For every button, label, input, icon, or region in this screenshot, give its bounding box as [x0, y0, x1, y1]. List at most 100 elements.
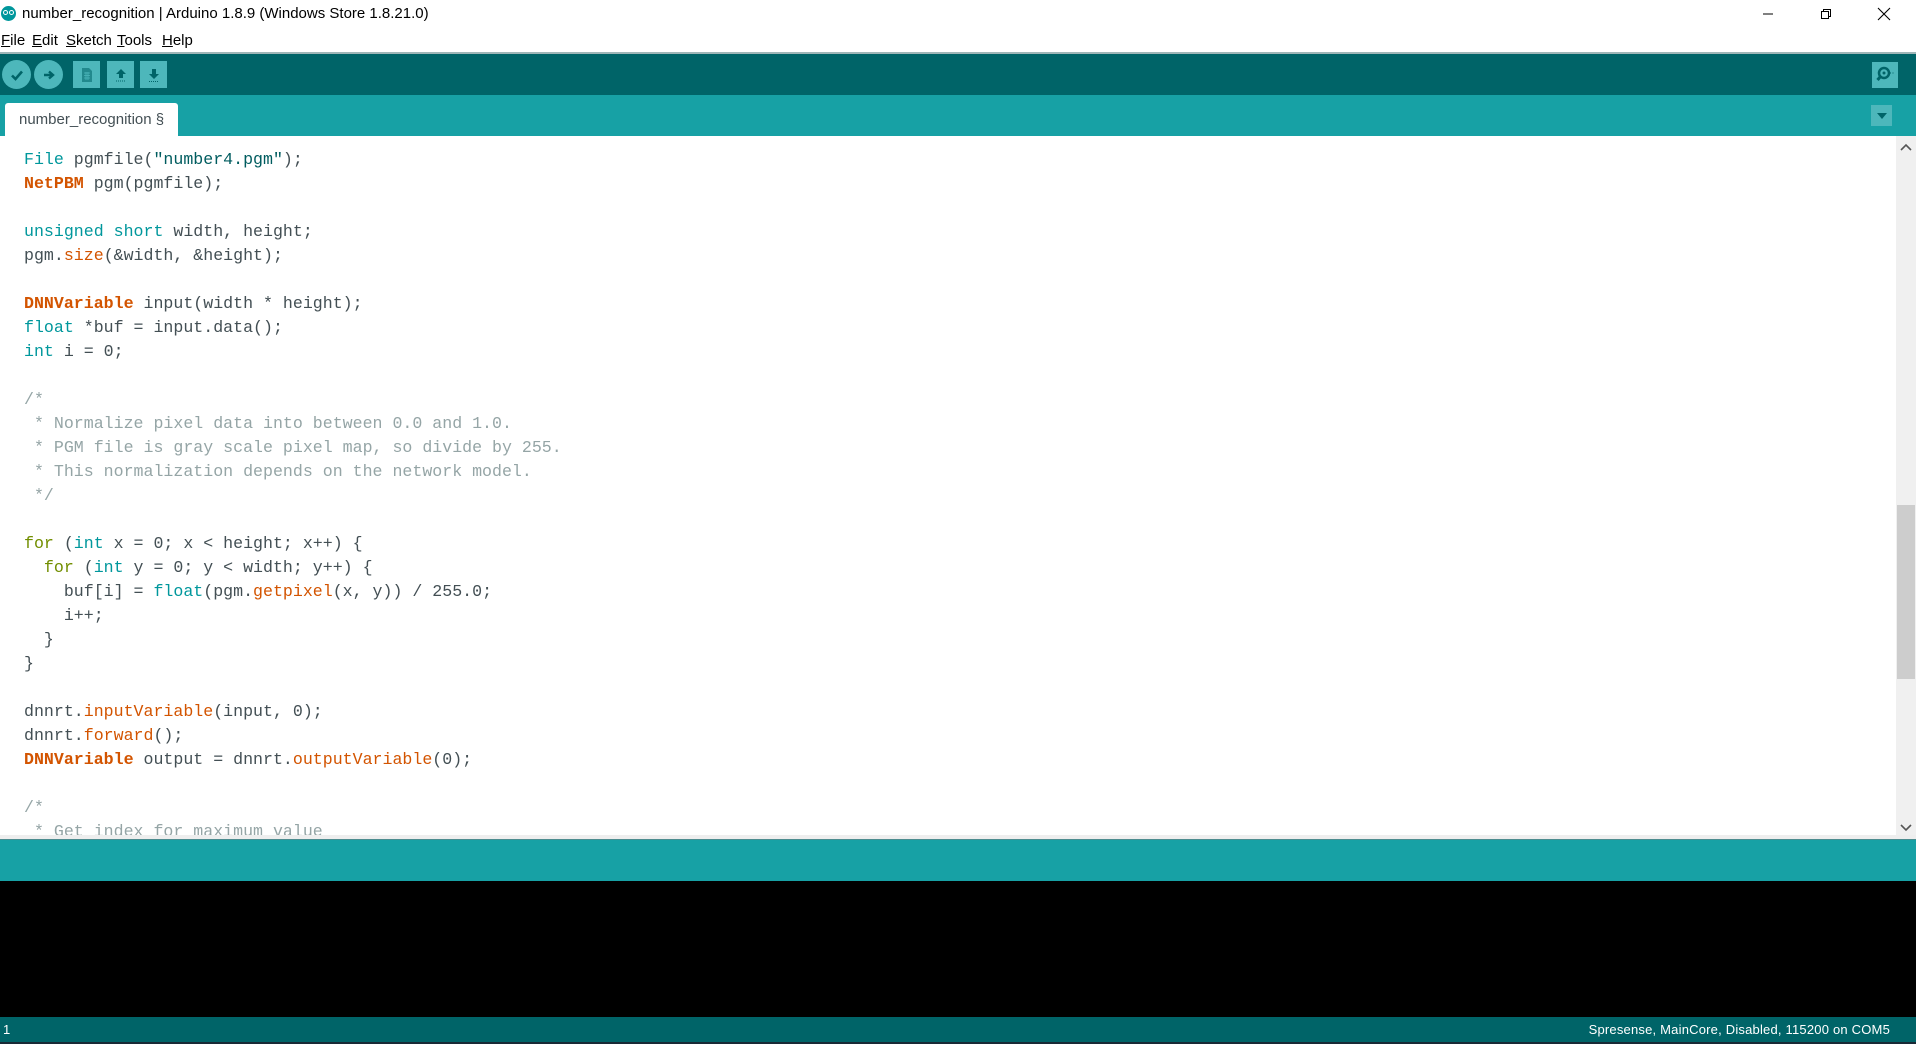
code-token-p	[24, 558, 44, 577]
code-line[interactable]: buf[i] = float(pgm.getpixel(x, y)) / 255…	[24, 580, 562, 604]
code-line[interactable]: i++;	[24, 604, 562, 628]
code-token-type: DNNVariable	[24, 294, 134, 313]
code-token-p: dnnrt.	[24, 702, 84, 721]
code-token-p: (x, y)) / 255.0;	[332, 582, 493, 601]
code-line[interactable]: unsigned short width, height;	[24, 220, 562, 244]
scroll-up-button[interactable]	[1896, 138, 1916, 156]
code-token-p	[104, 222, 114, 241]
code-line[interactable]: dnnrt.inputVariable(input, 0);	[24, 700, 562, 724]
code-line[interactable]: File pgmfile("number4.pgm");	[24, 148, 562, 172]
code-line[interactable]: for (int y = 0; y < width; y++) {	[24, 556, 562, 580]
code-token-cm: /*	[24, 798, 44, 817]
code-line[interactable]: * PGM file is gray scale pixel map, so d…	[24, 436, 562, 460]
code-token-p: width, height;	[163, 222, 313, 241]
code-line[interactable]: */	[24, 484, 562, 508]
code-token-type: NetPBM	[24, 174, 84, 193]
scrollbar-thumb[interactable]	[1897, 505, 1915, 680]
minimize-button[interactable]	[1739, 0, 1797, 28]
code-token-fn: size	[63, 246, 104, 265]
code-line[interactable]: int i = 0;	[24, 340, 562, 364]
code-line[interactable]: /*	[24, 388, 562, 412]
menu-tools[interactable]: Tools	[117, 32, 152, 49]
code-token-ctl: for	[24, 534, 54, 553]
code-line[interactable]: float *buf = input.data();	[24, 316, 562, 340]
chevron-down-icon	[1900, 824, 1912, 832]
code-token-cm: /*	[24, 390, 44, 409]
window-title: number_recognition | Arduino 1.8.9 (Wind…	[22, 5, 429, 22]
code-line[interactable]	[24, 508, 562, 532]
code-line[interactable]: }	[24, 628, 562, 652]
new-sketch-button[interactable]	[73, 61, 100, 88]
console-output[interactable]	[0, 881, 1916, 1017]
code-line[interactable]: NetPBM pgm(pgmfile);	[24, 172, 562, 196]
code-content[interactable]: File pgmfile("number4.pgm"); NetPBM pgm(p…	[24, 148, 562, 839]
menu-edit[interactable]: Edit	[32, 32, 58, 49]
code-token-p: (0);	[432, 750, 473, 769]
code-token-p: y = 0; y < width; y++) {	[123, 558, 373, 577]
magnifier-icon	[1876, 66, 1894, 81]
save-button[interactable]	[140, 61, 167, 88]
code-token-fn: outputVariable	[292, 750, 433, 769]
status-bar: 1 Spresense, MainCore, Disabled, 115200 …	[0, 1017, 1916, 1042]
code-token-p: pgm.	[24, 246, 64, 265]
serial-monitor-button[interactable]	[1872, 62, 1898, 88]
restore-button[interactable]	[1797, 0, 1855, 28]
code-token-p: output = dnnrt.	[133, 750, 293, 769]
code-token-p: );	[282, 150, 303, 169]
tab-number-recognition[interactable]: number_recognition §	[5, 103, 179, 136]
minimize-icon	[1763, 13, 1773, 15]
code-line[interactable]: /*	[24, 796, 562, 820]
code-line[interactable]: DNNVariable output = dnnrt.outputVariabl…	[24, 748, 562, 772]
arrow-down-icon	[148, 68, 159, 82]
tab-label: number_recognition §	[19, 111, 165, 128]
menu-sketch[interactable]: Sketch	[66, 32, 112, 49]
tab-menu-button[interactable]	[1871, 105, 1892, 126]
code-token-p: }	[24, 630, 54, 649]
code-token-kw: unsigned	[24, 222, 104, 241]
menu-help[interactable]: Help	[162, 32, 193, 49]
code-token-p: (	[73, 558, 94, 577]
code-line[interactable]	[24, 772, 562, 796]
code-token-kw: int	[73, 534, 104, 553]
code-token-p: i++;	[24, 606, 104, 625]
code-line[interactable]: dnnrt.forward();	[24, 724, 562, 748]
code-line[interactable]	[24, 196, 562, 220]
code-token-kw: int	[93, 558, 124, 577]
code-token-str: "number4.pgm"	[153, 150, 283, 169]
code-token-p: ();	[153, 726, 184, 745]
vertical-scrollbar[interactable]	[1896, 136, 1916, 839]
code-token-p: pgm(pgmfile);	[83, 174, 224, 193]
open-button[interactable]	[107, 61, 134, 88]
code-line[interactable]: DNNVariable input(width * height);	[24, 292, 562, 316]
code-token-kw: float	[153, 582, 204, 601]
code-token-p: (pgm.	[203, 582, 254, 601]
code-line[interactable]: * This normalization depends on the netw…	[24, 460, 562, 484]
code-token-fn: inputVariable	[83, 702, 214, 721]
code-line[interactable]: pgm.size(&width, &height);	[24, 244, 562, 268]
code-token-ctl: for	[43, 558, 74, 577]
code-token-p: input(width * height);	[133, 294, 363, 313]
restore-icon	[1821, 9, 1831, 19]
code-line[interactable]	[24, 676, 562, 700]
code-token-type: DNNVariable	[24, 750, 134, 769]
code-editor[interactable]: File pgmfile("number4.pgm"); NetPBM pgm(p…	[0, 136, 1896, 839]
triangle-down-icon	[1876, 112, 1887, 119]
code-token-p: *buf = input.data();	[73, 318, 283, 337]
close-button[interactable]	[1855, 0, 1913, 28]
code-line[interactable]: * Normalize pixel data into between 0.0 …	[24, 412, 562, 436]
code-token-cm: * Normalize pixel data into between 0.0 …	[24, 414, 512, 433]
menu-file[interactable]: File	[1, 32, 25, 49]
code-token-p: dnnrt.	[24, 726, 84, 745]
code-line[interactable]: for (int x = 0; x < height; x++) {	[24, 532, 562, 556]
verify-button[interactable]	[2, 60, 31, 89]
code-line[interactable]	[24, 364, 562, 388]
code-line[interactable]	[24, 268, 562, 292]
code-token-cm: * This normalization depends on the netw…	[24, 462, 532, 481]
new-file-icon	[81, 67, 92, 82]
code-line[interactable]: }	[24, 652, 562, 676]
arrow-right-icon	[43, 70, 55, 79]
code-token-cm: */	[24, 486, 54, 505]
code-token-p: x = 0; x < height; x++) {	[103, 534, 363, 553]
code-token-fn: forward	[83, 726, 154, 745]
upload-button[interactable]	[34, 60, 63, 89]
